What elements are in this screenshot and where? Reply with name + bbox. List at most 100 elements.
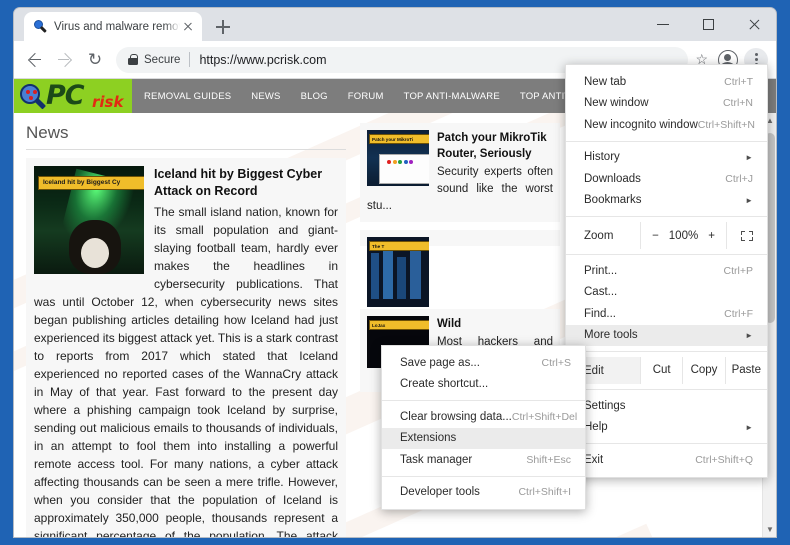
maximize-button[interactable] bbox=[686, 8, 731, 41]
bar-graphic bbox=[410, 249, 421, 299]
menu-separator bbox=[566, 351, 767, 352]
menu-label: Find... bbox=[584, 307, 616, 320]
menu-item-task-manager[interactable]: Task manager Shift+Esc bbox=[382, 449, 585, 471]
menu-item-new-window[interactable]: New window Ctrl+N bbox=[566, 93, 767, 115]
logo-pc-text: PC bbox=[46, 80, 85, 111]
zoom-in-button[interactable]: + bbox=[708, 230, 715, 242]
menu-item-downloads[interactable]: Downloads Ctrl+J bbox=[566, 168, 767, 190]
window-controls bbox=[641, 8, 776, 41]
url-text[interactable]: https://www.pcrisk.com bbox=[199, 53, 326, 67]
nav-item-removal-guides[interactable]: REMOVAL GUIDES bbox=[144, 91, 231, 102]
browser-tab[interactable]: Virus and malware removal instr bbox=[24, 12, 202, 41]
menu-item-find[interactable]: Find... Ctrl+F bbox=[566, 303, 767, 325]
menu-shortcut: Shift+Esc bbox=[526, 453, 571, 466]
menu-label: History bbox=[584, 151, 620, 164]
menu-item-developer-tools[interactable]: Developer tools Ctrl+Shift+I bbox=[382, 482, 585, 504]
mid-article-3-caption: LoJax bbox=[369, 320, 429, 330]
menu-shortcut: Ctrl+Shift+Del bbox=[511, 410, 578, 423]
menu-item-more-tools[interactable]: More tools ► bbox=[566, 324, 767, 346]
thumbnail-caption: Iceland hit by Biggest Cy bbox=[38, 176, 144, 190]
tab-close-icon[interactable] bbox=[180, 19, 196, 35]
nav-item-blog[interactable]: BLOG bbox=[301, 91, 328, 102]
pcrisk-logo[interactable]: PC risk bbox=[14, 79, 132, 113]
zoom-row: Zoom − 100% + bbox=[566, 222, 767, 249]
magnifier-icon bbox=[33, 19, 47, 34]
nav-item-forum[interactable]: FORUM bbox=[348, 91, 384, 102]
chevron-right-icon: ► bbox=[745, 195, 753, 205]
menu-item-print[interactable]: Print... Ctrl+P bbox=[566, 260, 767, 282]
menu-item-new-incognito-window[interactable]: New incognito window Ctrl+Shift+N bbox=[566, 114, 767, 136]
cut-button[interactable]: Cut bbox=[640, 357, 683, 384]
mid-article-2-caption: The T bbox=[369, 241, 429, 251]
chevron-right-icon: ► bbox=[745, 422, 753, 432]
close-button[interactable] bbox=[731, 8, 776, 41]
nav-item-top-anti-malware[interactable]: TOP ANTI-MALWARE bbox=[404, 91, 500, 102]
menu-separator bbox=[566, 389, 767, 390]
secure-label: Secure bbox=[144, 53, 181, 66]
zoom-value: 100% bbox=[668, 229, 699, 242]
menu-label: Print... bbox=[584, 264, 618, 277]
menu-label: Task manager bbox=[400, 453, 473, 466]
menu-separator bbox=[566, 443, 767, 444]
edit-row: Edit Cut Copy Paste bbox=[566, 357, 767, 384]
minimize-button[interactable] bbox=[641, 8, 686, 41]
news-divider bbox=[26, 149, 346, 150]
mask-graphic bbox=[69, 220, 122, 274]
chrome-main-menu: New tab Ctrl+T New window Ctrl+N New inc… bbox=[565, 64, 768, 478]
menu-item-cast[interactable]: Cast... bbox=[566, 282, 767, 304]
menu-label: Settings bbox=[584, 399, 626, 412]
dots-graphic bbox=[387, 160, 413, 164]
bar-graphic bbox=[371, 253, 379, 299]
menu-shortcut: Ctrl+Shift+Q bbox=[695, 453, 753, 466]
fullscreen-button[interactable] bbox=[727, 230, 767, 241]
menu-item-settings[interactable]: Settings bbox=[566, 395, 767, 417]
menu-separator bbox=[382, 400, 585, 401]
menu-item-history[interactable]: History ► bbox=[566, 147, 767, 169]
mid-article-2-thumbnail[interactable]: The T bbox=[367, 237, 429, 307]
chevron-right-icon: ► bbox=[745, 152, 753, 162]
menu-item-extensions[interactable]: Extensions bbox=[382, 427, 585, 449]
menu-label: Exit bbox=[584, 453, 604, 466]
zoom-out-button[interactable]: − bbox=[652, 230, 659, 242]
menu-label: Bookmarks bbox=[584, 194, 642, 207]
scroll-down-icon[interactable]: ▼ bbox=[763, 522, 776, 537]
lock-icon bbox=[128, 54, 138, 65]
new-tab-button[interactable] bbox=[212, 16, 234, 38]
menu-item-clear-browsing-data[interactable]: Clear browsing data... Ctrl+Shift+Del bbox=[382, 406, 585, 428]
bar-graphic bbox=[383, 247, 393, 299]
menu-item-bookmarks[interactable]: Bookmarks ► bbox=[566, 190, 767, 212]
menu-item-exit[interactable]: Exit Ctrl+Shift+Q bbox=[566, 449, 767, 471]
copy-button[interactable]: Copy bbox=[682, 357, 725, 384]
nav-item-news[interactable]: NEWS bbox=[251, 91, 280, 102]
menu-shortcut: Ctrl+Shift+I bbox=[518, 486, 571, 499]
zoom-controls: − 100% + bbox=[641, 230, 726, 242]
main-article-thumbnail[interactable]: Iceland hit by Biggest Cy bbox=[34, 166, 144, 274]
back-icon[interactable] bbox=[22, 47, 48, 73]
zoom-label: Zoom bbox=[584, 229, 614, 242]
mid-article-1-thumbnail[interactable]: Patch your MikroTi bbox=[367, 130, 429, 186]
browser-window-graphic bbox=[379, 154, 429, 184]
tab-title: Virus and malware removal instr bbox=[54, 20, 180, 33]
logo-risk-text: risk bbox=[92, 93, 124, 111]
menu-item-new-tab[interactable]: New tab Ctrl+T bbox=[566, 71, 767, 93]
menu-label: Save page as... bbox=[400, 356, 480, 369]
tab-strip: Virus and malware removal instr bbox=[14, 8, 776, 41]
menu-label: Downloads bbox=[584, 172, 641, 185]
menu-item-create-shortcut[interactable]: Create shortcut... bbox=[382, 374, 585, 396]
menu-separator bbox=[566, 254, 767, 255]
reload-icon[interactable]: ↻ bbox=[82, 47, 108, 73]
forward-icon[interactable] bbox=[52, 47, 78, 73]
menu-item-save-page-as[interactable]: Save page as... Ctrl+S bbox=[382, 352, 585, 374]
menu-shortcut: Ctrl+N bbox=[722, 97, 753, 110]
menu-label: Developer tools bbox=[400, 486, 480, 499]
mid-article-1[interactable]: Patch your MikroTi Patch your MikroTik R… bbox=[360, 123, 560, 222]
browser-window: Virus and malware removal instr ↻ Secure… bbox=[14, 8, 776, 537]
menu-shortcut: Ctrl+J bbox=[725, 172, 753, 185]
paste-button[interactable]: Paste bbox=[724, 357, 767, 384]
mid-article-2[interactable]: The T bbox=[360, 230, 560, 307]
chevron-right-icon: ► bbox=[745, 330, 753, 340]
main-article-card[interactable]: Iceland hit by Biggest Cy Iceland hit by… bbox=[26, 158, 346, 537]
menu-item-help[interactable]: Help ► bbox=[566, 417, 767, 439]
main-column: News Iceland hit by Biggest Cy Iceland h… bbox=[14, 113, 346, 537]
menu-label: More tools bbox=[584, 329, 638, 342]
